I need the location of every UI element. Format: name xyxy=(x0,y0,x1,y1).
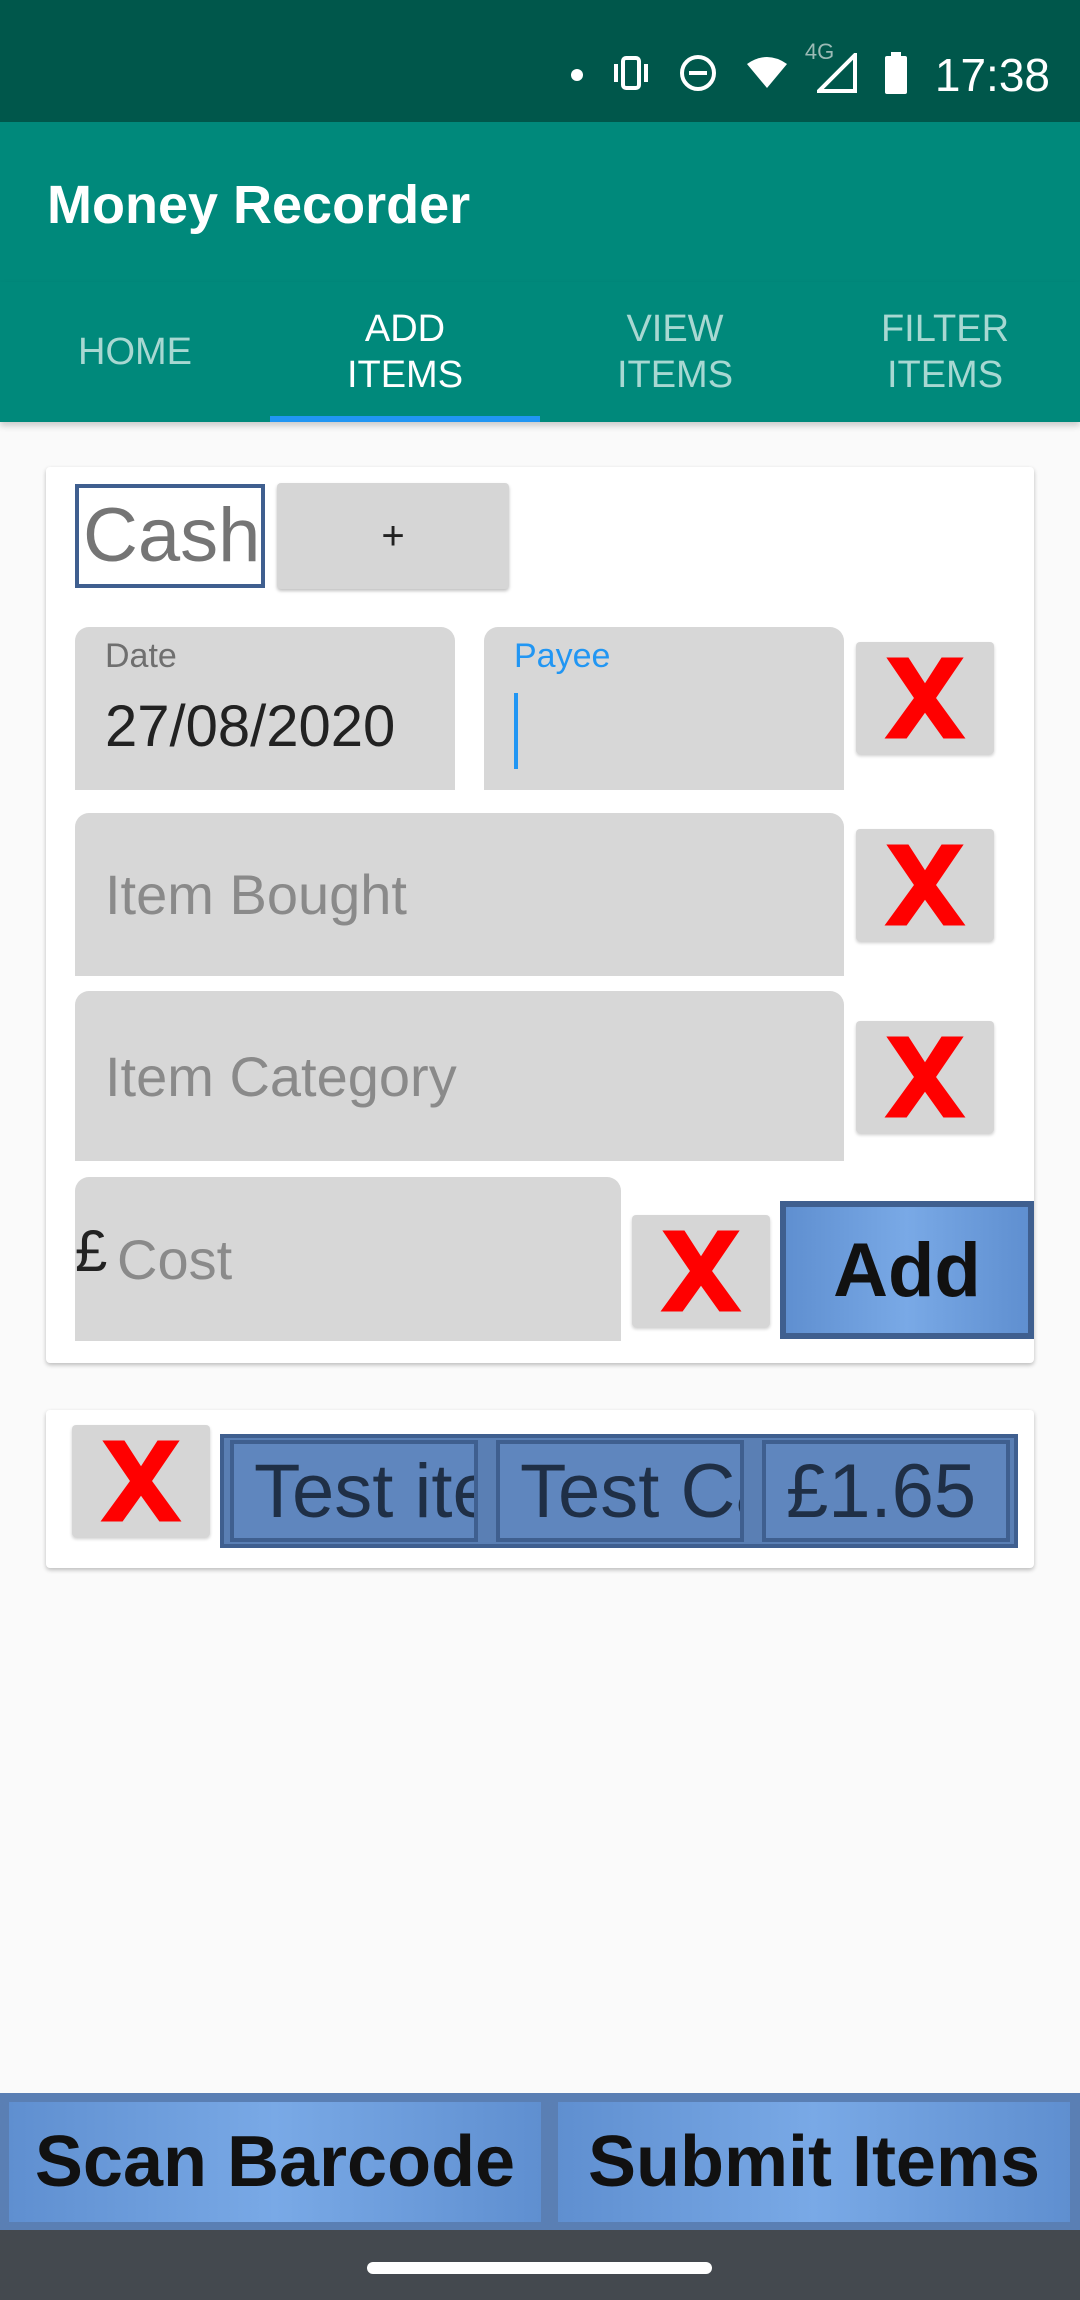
network-type-label: 4G xyxy=(804,38,835,64)
notification-dot-icon xyxy=(570,69,583,81)
battery-icon xyxy=(884,51,907,99)
delete-item-button[interactable] xyxy=(72,1425,210,1537)
item-category-cell[interactable]: Test Category xyxy=(496,1440,744,1542)
tab-home[interactable]: HOME xyxy=(0,282,270,422)
text-cursor xyxy=(514,693,518,769)
status-bar: 4G 17:38 xyxy=(0,0,1080,122)
clear-cost-button[interactable] xyxy=(632,1215,770,1327)
item-category-field[interactable]: Item Category xyxy=(75,991,844,1161)
do-not-disturb-icon xyxy=(679,54,717,97)
close-icon xyxy=(884,657,966,739)
close-icon xyxy=(884,1036,966,1118)
clear-item-category-button[interactable] xyxy=(856,1021,994,1133)
cost-field[interactable]: Cost xyxy=(75,1177,621,1341)
tab-bar: HOME ADD ITEMS VIEW ITEMS FILTER ITEMS xyxy=(0,282,1080,422)
item-name-cell[interactable]: Test item xyxy=(230,1440,478,1542)
item-cost-cell[interactable]: £1.65 xyxy=(762,1440,1010,1542)
close-icon xyxy=(100,1440,182,1522)
tab-filter-items[interactable]: FILTER ITEMS xyxy=(810,282,1080,422)
clear-item-bought-button[interactable] xyxy=(856,829,994,941)
date-label: Date xyxy=(105,637,177,675)
add-payment-method-button[interactable]: + xyxy=(277,483,509,589)
currency-symbol: £ xyxy=(75,1219,108,1284)
close-icon xyxy=(660,1230,742,1312)
payment-method-selector[interactable]: Cash xyxy=(75,484,265,588)
cost-placeholder: Cost xyxy=(117,1227,233,1291)
date-field[interactable]: Date 27/08/2020 xyxy=(75,627,455,790)
date-value: 27/08/2020 xyxy=(105,694,396,759)
payee-field[interactable]: Payee xyxy=(484,627,844,790)
status-icons: 4G 17:38 xyxy=(570,39,1050,110)
tab-view-items[interactable]: VIEW ITEMS xyxy=(540,282,810,422)
clear-payee-button[interactable] xyxy=(856,642,994,754)
vibrate-icon xyxy=(611,55,651,95)
app-bar: Money Recorder xyxy=(0,122,1080,282)
item-category-placeholder: Item Category xyxy=(105,1044,457,1108)
tab-add-items[interactable]: ADD ITEMS xyxy=(270,282,540,422)
close-icon xyxy=(884,844,966,926)
item-bought-placeholder: Item Bought xyxy=(105,863,407,926)
clock: 17:38 xyxy=(934,49,1050,101)
item-bought-field[interactable]: Item Bought xyxy=(75,813,844,976)
app-title: Money Recorder xyxy=(47,175,471,235)
add-item-button[interactable]: Add xyxy=(780,1201,1034,1339)
scan-barcode-button[interactable]: Scan Barcode xyxy=(9,2102,541,2222)
payee-label: Payee xyxy=(514,637,611,675)
submit-items-button[interactable]: Submit Items xyxy=(558,2102,1070,2222)
signal-icon: 4G xyxy=(805,39,857,98)
home-gesture-handle[interactable] xyxy=(367,2262,712,2274)
wifi-icon xyxy=(745,56,789,95)
